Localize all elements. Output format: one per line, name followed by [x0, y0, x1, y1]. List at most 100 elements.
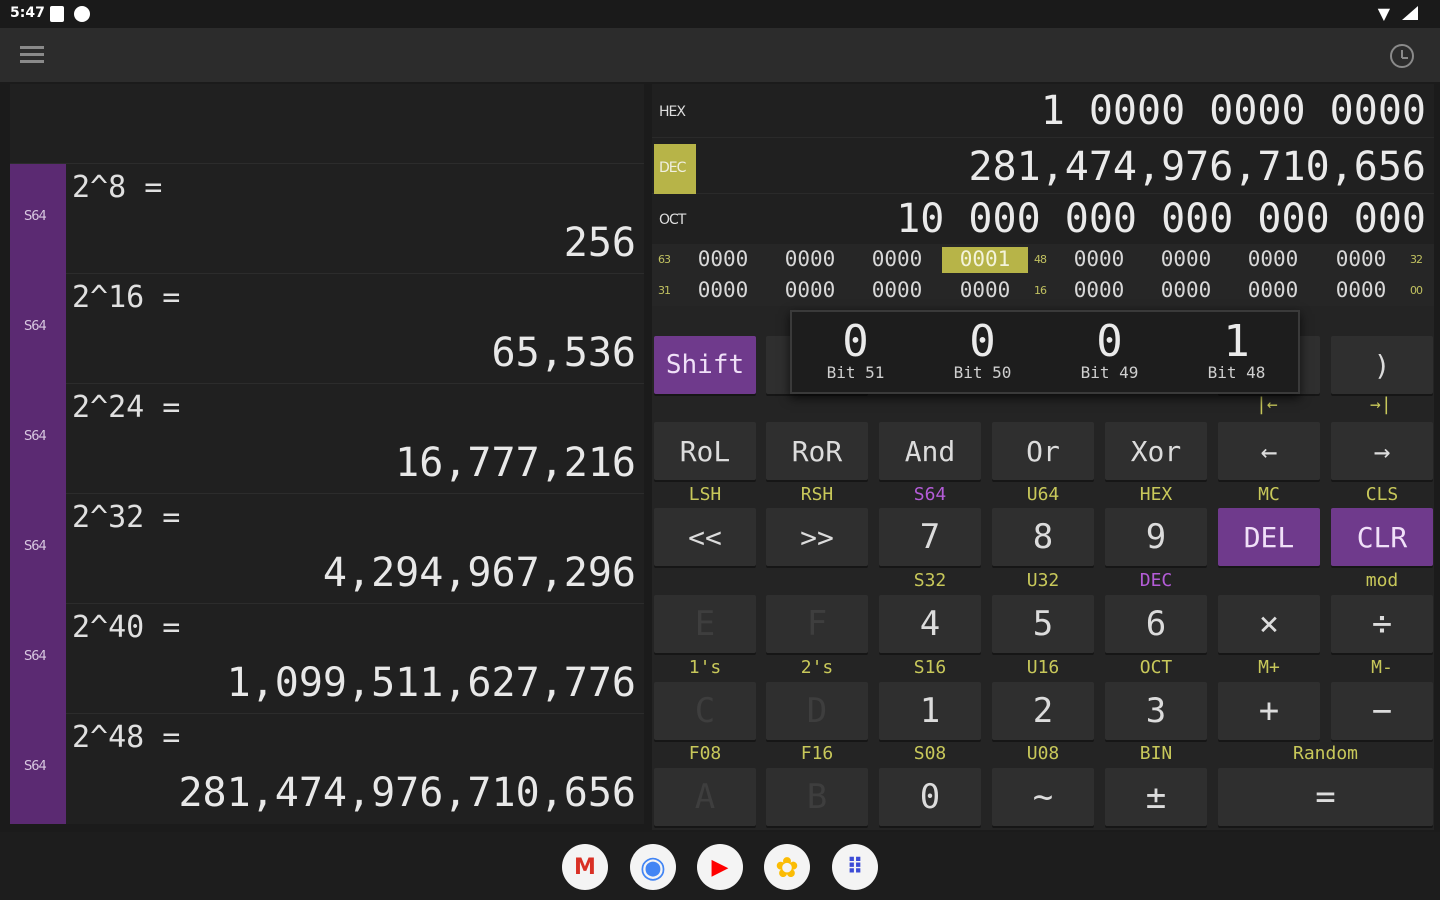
lsh-label: LSH: [688, 484, 722, 505]
shift-button[interactable]: Shift: [654, 336, 756, 394]
bit-nibble[interactable]: 0000: [680, 278, 766, 304]
ror-button[interactable]: RoR: [766, 422, 868, 480]
oct-mode-label: OCT: [1139, 657, 1173, 678]
signal-icon: [1402, 6, 1418, 20]
bin-mode-label: BIN: [1139, 743, 1173, 764]
oct-value: 10 000 000 000 000 000: [896, 196, 1426, 242]
dec-row[interactable]: DEC 281,474,976,710,656: [652, 140, 1434, 194]
oct-row[interactable]: OCT 10 000 000 000 000 000: [652, 192, 1434, 246]
digit-9-button[interactable]: 9: [1105, 508, 1207, 566]
xor-button[interactable]: Xor: [1105, 422, 1207, 480]
bit-nibble[interactable]: 0000: [942, 278, 1028, 304]
not-button[interactable]: ~: [992, 768, 1094, 826]
bit-nibble[interactable]: 0000: [1318, 247, 1404, 273]
bit-nibble[interactable]: 0000: [767, 278, 853, 304]
multiply-button[interactable]: ×: [1218, 595, 1320, 653]
bit-toggle[interactable]: 0 Bit 51: [792, 312, 919, 392]
bit-toggle[interactable]: 0 Bit 50: [919, 312, 1046, 392]
divide-button[interactable]: ÷: [1331, 595, 1433, 653]
history-entry[interactable]: S64 2^48 = 281,474,976,710,656: [10, 714, 644, 824]
hex-row[interactable]: HEX 1 0000 0000 0000: [652, 84, 1434, 138]
s64-label: S64: [913, 484, 947, 505]
u64-label: U64: [1026, 484, 1060, 505]
bit-nibble[interactable]: 0000: [854, 247, 940, 273]
cursor-left-button[interactable]: ←: [1218, 422, 1320, 480]
photos-icon[interactable]: ✿: [764, 844, 810, 890]
bit-nibble-selected[interactable]: 0001: [942, 247, 1028, 273]
bit-nibble[interactable]: 0000: [1056, 247, 1142, 273]
bit-toggle[interactable]: 1 Bit 48: [1173, 312, 1300, 392]
digit-0-button[interactable]: 0: [879, 768, 981, 826]
digit-2-button[interactable]: 2: [992, 682, 1094, 740]
left-shift-button[interactable]: <<: [654, 508, 756, 566]
digit-5-button[interactable]: 5: [992, 595, 1094, 653]
taskbar: M ◉ ▶ ✿ ⠿: [0, 832, 1440, 900]
bit-index-label: 16: [1034, 284, 1047, 297]
bit-grid: 63 0000 0000 0000 0001 48 0000 0000 0000…: [652, 244, 1434, 306]
digit-6-button[interactable]: 6: [1105, 595, 1207, 653]
app-drawer-icon[interactable]: ⠿: [832, 844, 878, 890]
bit-nibble[interactable]: 0000: [1143, 247, 1229, 273]
bit-index-label: 63: [658, 253, 671, 266]
history-entry[interactable]: S64 2^40 = 1,099,511,627,776: [10, 604, 644, 714]
history-result: 16,777,216: [395, 440, 636, 486]
history-type-tag: S64: [10, 274, 66, 384]
status-bar: 5:47 ▼: [0, 0, 1440, 28]
bit-nibble[interactable]: 0000: [1056, 278, 1142, 304]
history-panel[interactable]: S64 2^8 = 256 S64 2^16 = 65,536 S64 2^24…: [10, 84, 644, 824]
youtube-icon[interactable]: ▶: [697, 844, 743, 890]
bit-nibble[interactable]: 0000: [680, 247, 766, 273]
bit-nibble[interactable]: 0000: [1230, 247, 1316, 273]
hex-c-button[interactable]: C: [654, 682, 756, 740]
close-paren-button[interactable]: ): [1331, 336, 1433, 394]
plus-button[interactable]: +: [1218, 682, 1320, 740]
hex-label[interactable]: HEX: [654, 88, 696, 138]
bit-nibble[interactable]: 0000: [767, 247, 853, 273]
f08-label: F08: [688, 743, 722, 764]
dec-label[interactable]: DEC: [654, 144, 696, 194]
bit-index-label: 31: [658, 284, 671, 297]
gmail-icon[interactable]: M: [562, 844, 608, 890]
and-button[interactable]: And: [879, 422, 981, 480]
bit-toggle[interactable]: 0 Bit 49: [1046, 312, 1173, 392]
cursor-right-button[interactable]: →: [1331, 422, 1433, 480]
history-entry[interactable]: S64 2^8 = 256: [10, 164, 644, 274]
rsh-label: RSH: [800, 484, 834, 505]
s32-label: S32: [913, 570, 947, 591]
digit-4-button[interactable]: 4: [879, 595, 981, 653]
history-type-tag: S64: [10, 384, 66, 494]
digit-1-button[interactable]: 1: [879, 682, 981, 740]
history-entry[interactable]: S64 2^16 = 65,536: [10, 274, 644, 384]
right-shift-button[interactable]: >>: [766, 508, 868, 566]
hex-mode-label: HEX: [1139, 484, 1173, 505]
hex-b-button[interactable]: B: [766, 768, 868, 826]
dec-value: 281,474,976,710,656: [968, 144, 1426, 190]
bit-nibble[interactable]: 0000: [854, 278, 940, 304]
digit-7-button[interactable]: 7: [879, 508, 981, 566]
oct-label[interactable]: OCT: [654, 196, 696, 246]
bit-nibble[interactable]: 0000: [1318, 278, 1404, 304]
bit-nibble[interactable]: 0000: [1230, 278, 1316, 304]
equals-button[interactable]: =: [1218, 768, 1433, 826]
menu-icon[interactable]: [20, 46, 44, 64]
history-entry[interactable]: S64 2^32 = 4,294,967,296: [10, 494, 644, 604]
minus-button[interactable]: −: [1331, 682, 1433, 740]
negate-button[interactable]: ±: [1105, 768, 1207, 826]
sim-icon: [50, 6, 64, 22]
rol-button[interactable]: RoL: [654, 422, 756, 480]
hex-d-button[interactable]: D: [766, 682, 868, 740]
bit-nibble[interactable]: 0000: [1143, 278, 1229, 304]
chrome-icon[interactable]: ◉: [630, 844, 676, 890]
digit-8-button[interactable]: 8: [992, 508, 1094, 566]
hex-a-button[interactable]: A: [654, 768, 756, 826]
or-button[interactable]: Or: [992, 422, 1094, 480]
digit-3-button[interactable]: 3: [1105, 682, 1207, 740]
hex-e-button[interactable]: E: [654, 595, 756, 653]
history-clock-icon[interactable]: [1390, 44, 1414, 68]
delete-button[interactable]: DEL: [1218, 508, 1320, 566]
history-result: 1,099,511,627,776: [226, 660, 636, 706]
history-entry[interactable]: S64 2^24 = 16,777,216: [10, 384, 644, 494]
hex-f-button[interactable]: F: [766, 595, 868, 653]
twos-complement-label: 2's: [800, 657, 834, 678]
clear-button[interactable]: CLR: [1331, 508, 1433, 566]
